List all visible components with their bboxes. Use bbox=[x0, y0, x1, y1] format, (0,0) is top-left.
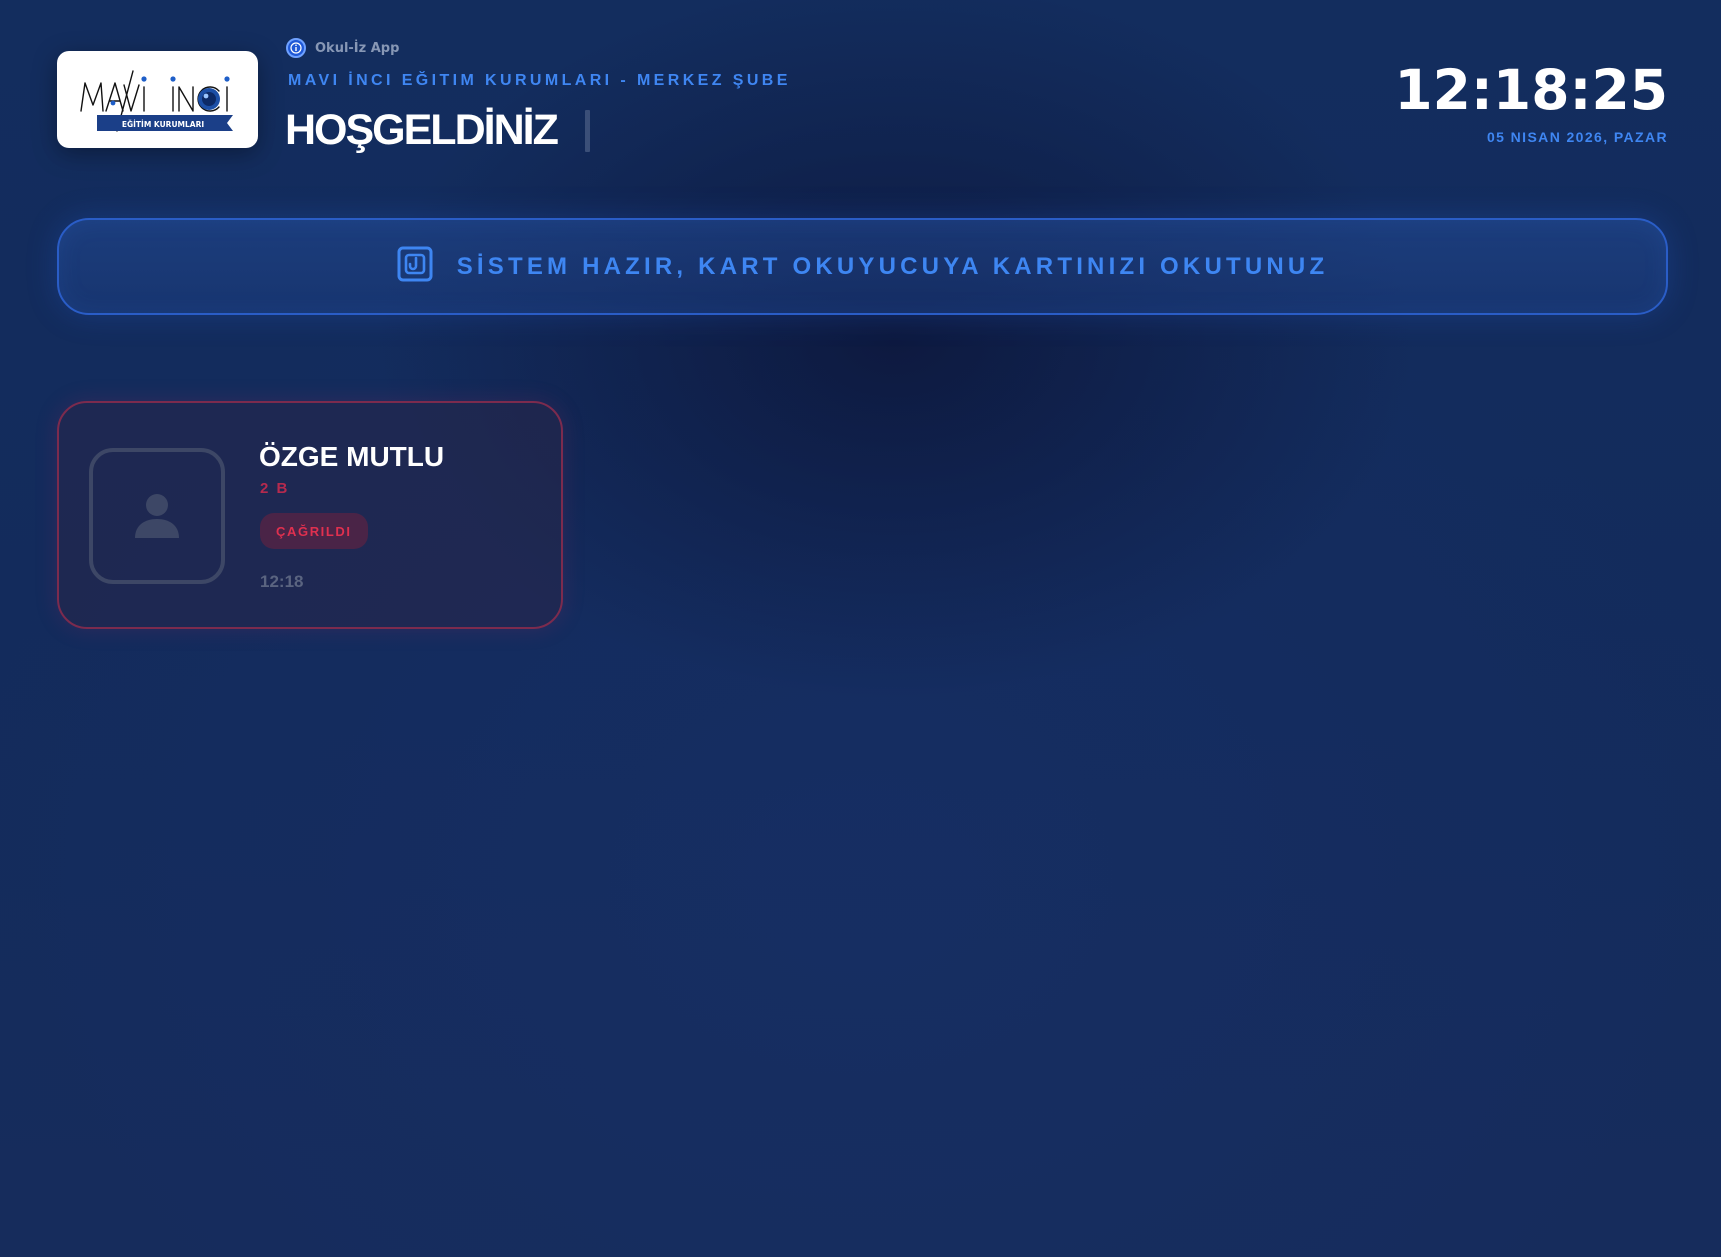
status-text: SİSTEM HAZIR, KART OKUYUCUYA KARTINIZI O… bbox=[456, 252, 1329, 280]
school-logo: EĞİTİM KURUMLARI bbox=[57, 51, 258, 148]
logo-subtext: EĞİTİM KURUMLARI bbox=[121, 120, 204, 129]
date-label: 05 NISAN 2026, PAZAR bbox=[1486, 129, 1668, 145]
status-banner: SİSTEM HAZIR, KART OKUYUCUYA KARTINIZI O… bbox=[57, 218, 1668, 315]
text-cursor bbox=[584, 109, 590, 152]
student-name: ÖZGE MUTLU bbox=[259, 441, 445, 472]
clock: 12:18:25 bbox=[1394, 58, 1668, 122]
nfc-card-icon bbox=[397, 246, 433, 287]
app-name: Okul-İz App bbox=[315, 40, 400, 56]
mavi-inci-logo: EĞİTİM KURUMLARI bbox=[79, 69, 233, 132]
student-class: 2 B bbox=[260, 480, 290, 497]
student-card: ÖZGE MUTLU 2 B ÇAĞRILDI 12:18 bbox=[57, 401, 563, 629]
info-icon bbox=[286, 38, 306, 58]
status-badge: ÇAĞRILDI bbox=[260, 513, 368, 549]
app-badge: Okul-İz App bbox=[286, 38, 399, 58]
welcome-title: HOŞGELDİNİZ bbox=[285, 106, 559, 154]
welcome-heading: HOŞGELDİNİZ bbox=[285, 106, 590, 155]
student-time: 12:18 bbox=[260, 572, 304, 591]
school-name: MAVI İNCI EĞITIM KURUMLARI - MERKEZ ŞUBE bbox=[288, 72, 791, 89]
person-icon bbox=[135, 494, 179, 538]
avatar bbox=[89, 448, 225, 584]
